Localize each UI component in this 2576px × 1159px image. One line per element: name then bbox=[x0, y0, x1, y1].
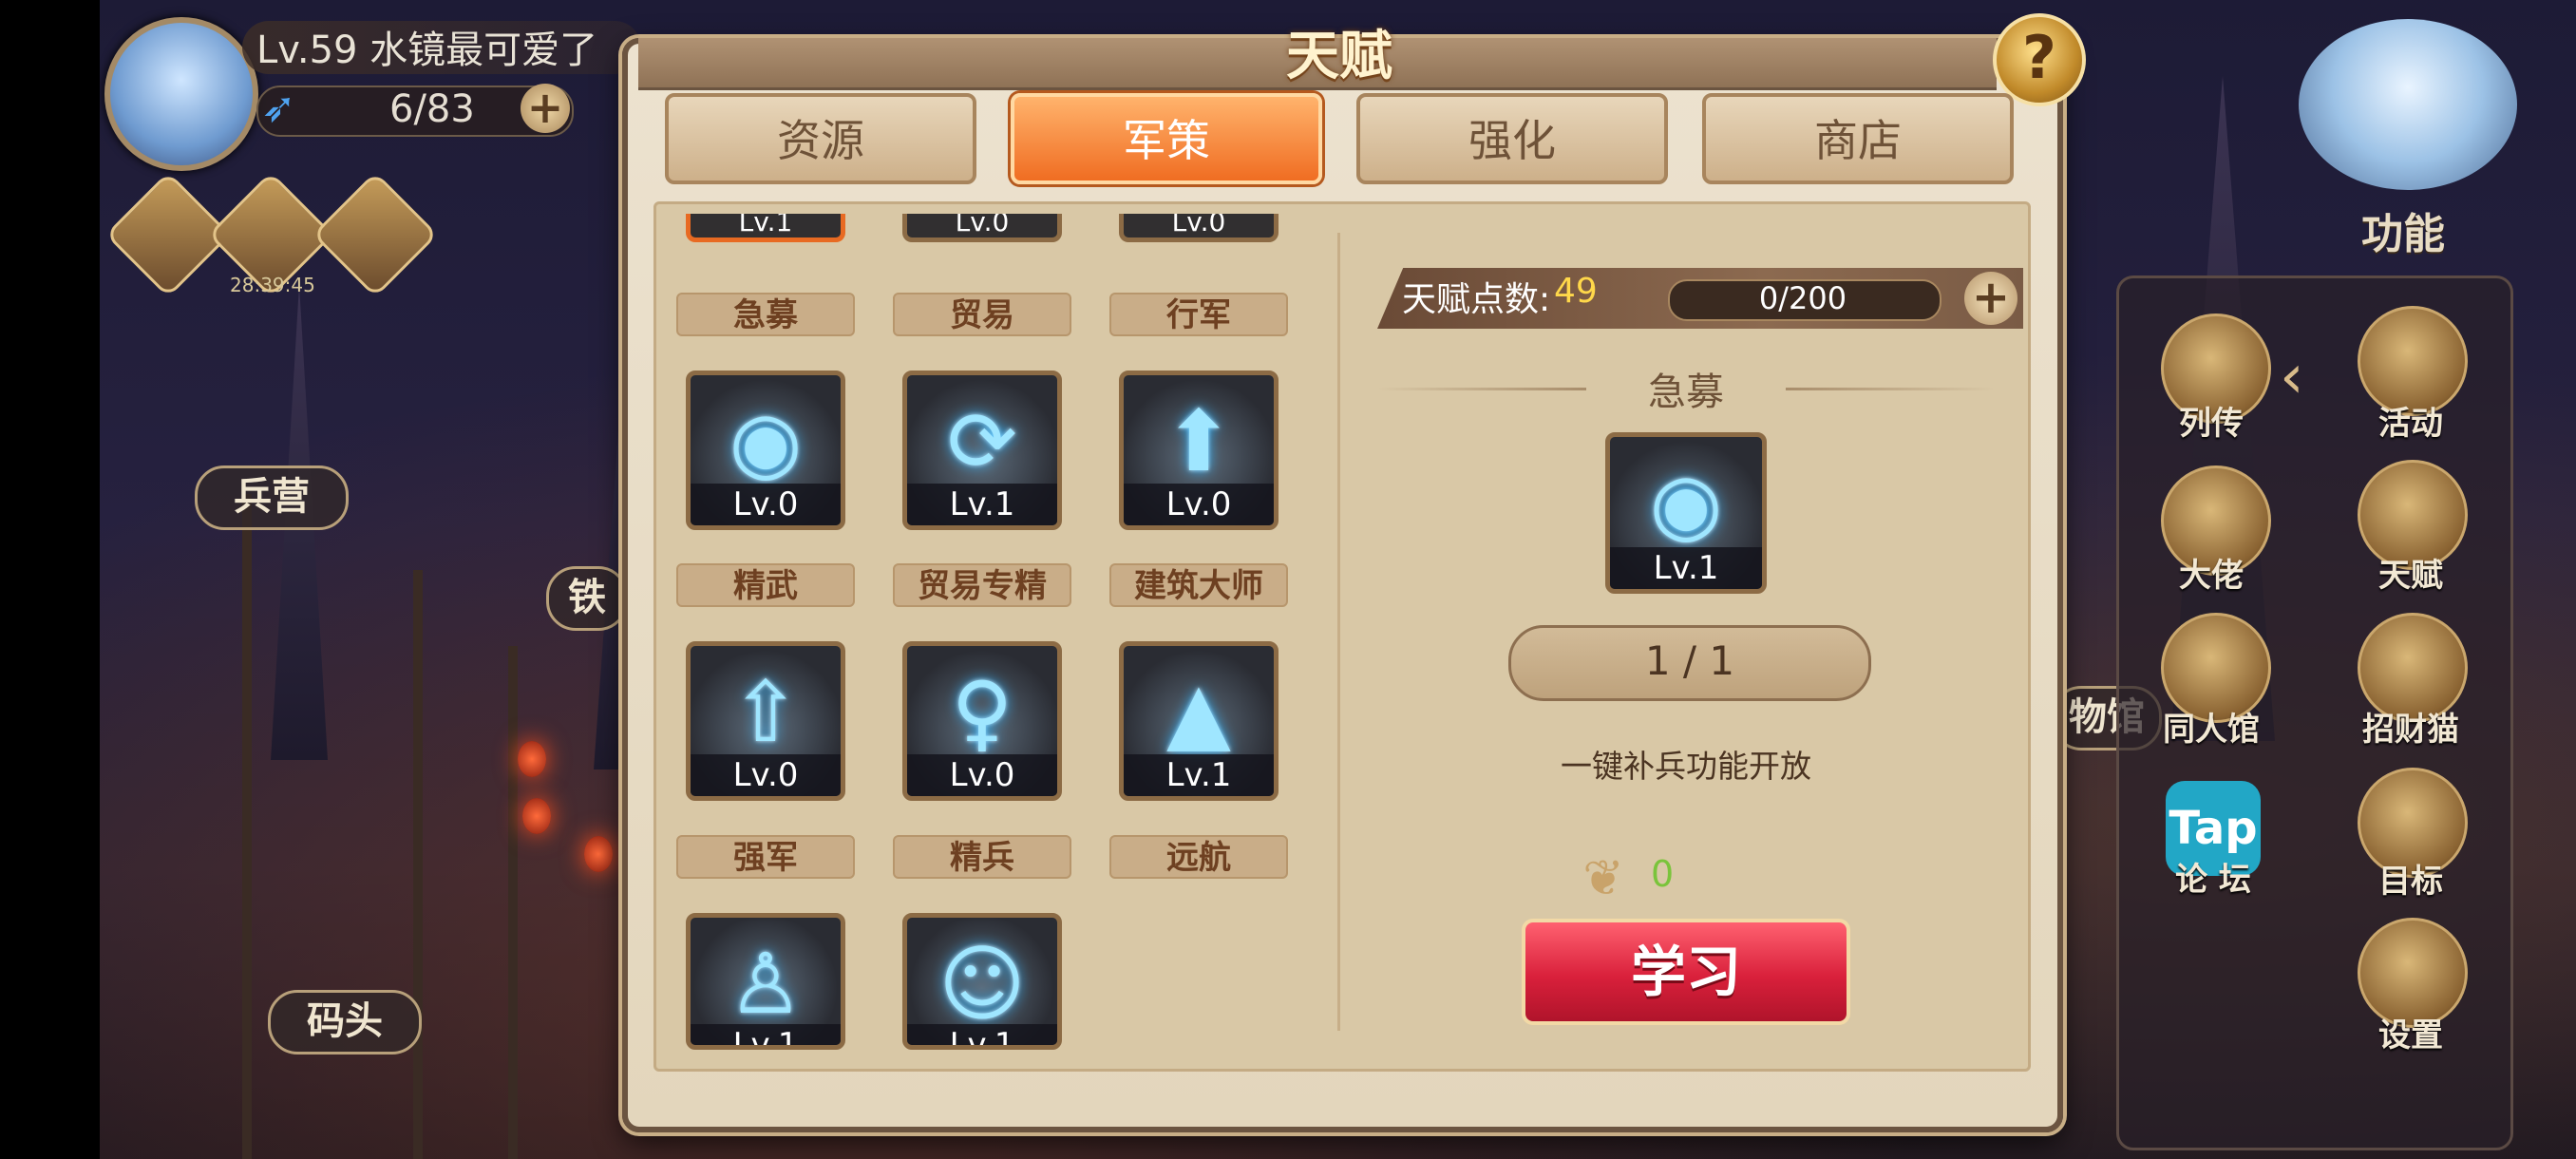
talent-exp-text: 0/200 bbox=[1758, 280, 1847, 316]
talent-node[interactable]: ⟳ Lv.1 bbox=[902, 370, 1062, 530]
talent-name: 精武 bbox=[676, 563, 855, 607]
tab-military-strategy[interactable]: 军策 bbox=[1011, 93, 1322, 184]
march-tower-icon: ⬆ bbox=[1164, 392, 1234, 490]
selected-talent-icon: ◉ Lv.1 bbox=[1605, 432, 1767, 594]
menu-item-lucky-cat[interactable]: 招财猫 bbox=[2335, 703, 2487, 750]
trade-cycle-icon: ⟳ bbox=[947, 392, 1017, 490]
talent-node[interactable]: ◉ Lv.0 bbox=[686, 370, 845, 530]
talent-node[interactable]: ⇧ Lv.0 bbox=[686, 641, 845, 801]
selected-talent-level: Lv.1 bbox=[1610, 547, 1762, 589]
learn-cost-value: 0 bbox=[1651, 853, 1675, 895]
stamina-plus-button[interactable]: + bbox=[521, 84, 570, 133]
tab-resources[interactable]: 资源 bbox=[665, 93, 976, 184]
recruit-horn-icon: ◉ bbox=[1649, 454, 1723, 552]
talent-level: Lv.1 bbox=[907, 1024, 1057, 1045]
builder-icon: ♙ bbox=[728, 935, 804, 1033]
talent-points-label: 天赋点数: bbox=[1402, 280, 1551, 319]
lucky-cat-icon: ☺ bbox=[938, 935, 1026, 1033]
talent-level: Lv.0 bbox=[691, 754, 841, 796]
panel-divider bbox=[1337, 233, 1340, 1031]
talent-node[interactable]: ▲ Lv.1 bbox=[1119, 641, 1279, 801]
talent-node[interactable]: ♙ Lv.1 bbox=[686, 913, 845, 1050]
talent-tree-list[interactable]: Lv.1 Lv.0 Lv.0 急募 贸易 行军 ◉ Lv.0 ⟳ Lv.1 ⬆ … bbox=[665, 214, 1330, 1050]
talent-name: 贸易专精 bbox=[893, 563, 1071, 607]
talent-progress: 1 / 1 bbox=[1508, 625, 1871, 701]
talent-level: Lv.0 bbox=[907, 754, 1057, 796]
menu-item-events[interactable]: 活动 bbox=[2335, 397, 2487, 444]
boot-icon: ➶ bbox=[261, 84, 296, 132]
tab-shop[interactable]: 商店 bbox=[1702, 93, 2014, 184]
dialog-title: 天赋 bbox=[1286, 26, 1392, 87]
building-icon: ▲ bbox=[1166, 663, 1231, 761]
tab-enhance[interactable]: 强化 bbox=[1356, 93, 1668, 184]
wheat-emblem-icon: ❦ bbox=[1582, 850, 1624, 907]
map-label-barracks[interactable]: 兵营 bbox=[195, 466, 349, 530]
menu-item-goal[interactable]: 目标 bbox=[2335, 855, 2487, 902]
add-points-button[interactable]: + bbox=[1964, 272, 2017, 325]
talent-level: Lv.0 bbox=[691, 484, 841, 525]
talent-name: 行军 bbox=[1109, 293, 1288, 336]
talent-name: 远航 bbox=[1109, 835, 1288, 879]
help-button[interactable]: ? bbox=[1993, 13, 2086, 106]
menu-item-settings[interactable]: 设置 bbox=[2335, 1009, 2487, 1055]
talent-level: Lv.0 bbox=[1124, 484, 1274, 525]
stamina-value: 6/83 bbox=[389, 87, 475, 131]
talent-node-cut[interactable]: Lv.1 bbox=[686, 214, 845, 242]
talent-level: Lv.1 bbox=[1124, 754, 1274, 796]
buff-timer: 28:39:45 bbox=[230, 274, 315, 296]
player-name: Lv.59 水镜最可爱了 bbox=[256, 28, 598, 72]
menu-item-talent[interactable]: 天赋 bbox=[2335, 549, 2487, 596]
menu-item-fan-hall[interactable]: 同人馆 bbox=[2135, 703, 2287, 750]
talent-name: 强军 bbox=[676, 835, 855, 879]
menu-item-boss[interactable]: 大佬 bbox=[2135, 549, 2287, 596]
talent-node-cut[interactable]: Lv.0 bbox=[1119, 214, 1279, 242]
player-avatar[interactable] bbox=[104, 17, 258, 171]
talent-name: 建筑大师 bbox=[1109, 563, 1288, 607]
learn-button[interactable]: 学习 bbox=[1522, 919, 1850, 1025]
function-menu-title: 功能 bbox=[2361, 210, 2445, 258]
map-label-dock[interactable]: 码头 bbox=[268, 990, 422, 1054]
talent-points-value: 49 bbox=[1554, 272, 1598, 311]
fighter-arrows-icon: ⇧ bbox=[730, 663, 801, 761]
talent-name: 急募 bbox=[676, 293, 855, 336]
talent-node[interactable]: ☺ Lv.1 bbox=[902, 913, 1062, 1050]
menu-item-forum[interactable]: 论 坛 bbox=[2137, 853, 2289, 900]
talent-name: 精兵 bbox=[893, 835, 1071, 879]
trade-master-icon: ♀ bbox=[951, 663, 1013, 761]
map-label-iron[interactable]: 铁 bbox=[546, 566, 628, 631]
selected-talent-name: 急募 bbox=[1648, 370, 1724, 414]
talent-level: Lv.1 bbox=[691, 1024, 841, 1045]
talent-node[interactable]: ♀ Lv.0 bbox=[902, 641, 1062, 801]
talent-node[interactable]: ⬆ Lv.0 bbox=[1119, 370, 1279, 530]
talent-node-cut[interactable]: Lv.0 bbox=[902, 214, 1062, 242]
menu-item-biography[interactable]: 列传 bbox=[2135, 397, 2287, 444]
ornament-divider bbox=[1377, 388, 1586, 390]
person-bubble-icon: ◉ bbox=[729, 392, 803, 490]
ornament-divider bbox=[1786, 388, 1995, 390]
talent-level: Lv.1 bbox=[907, 484, 1057, 525]
talent-description: 一键补兵功能开放 bbox=[1561, 748, 1811, 785]
talent-name: 贸易 bbox=[893, 293, 1071, 336]
npc-girl-portrait[interactable] bbox=[2299, 19, 2517, 190]
